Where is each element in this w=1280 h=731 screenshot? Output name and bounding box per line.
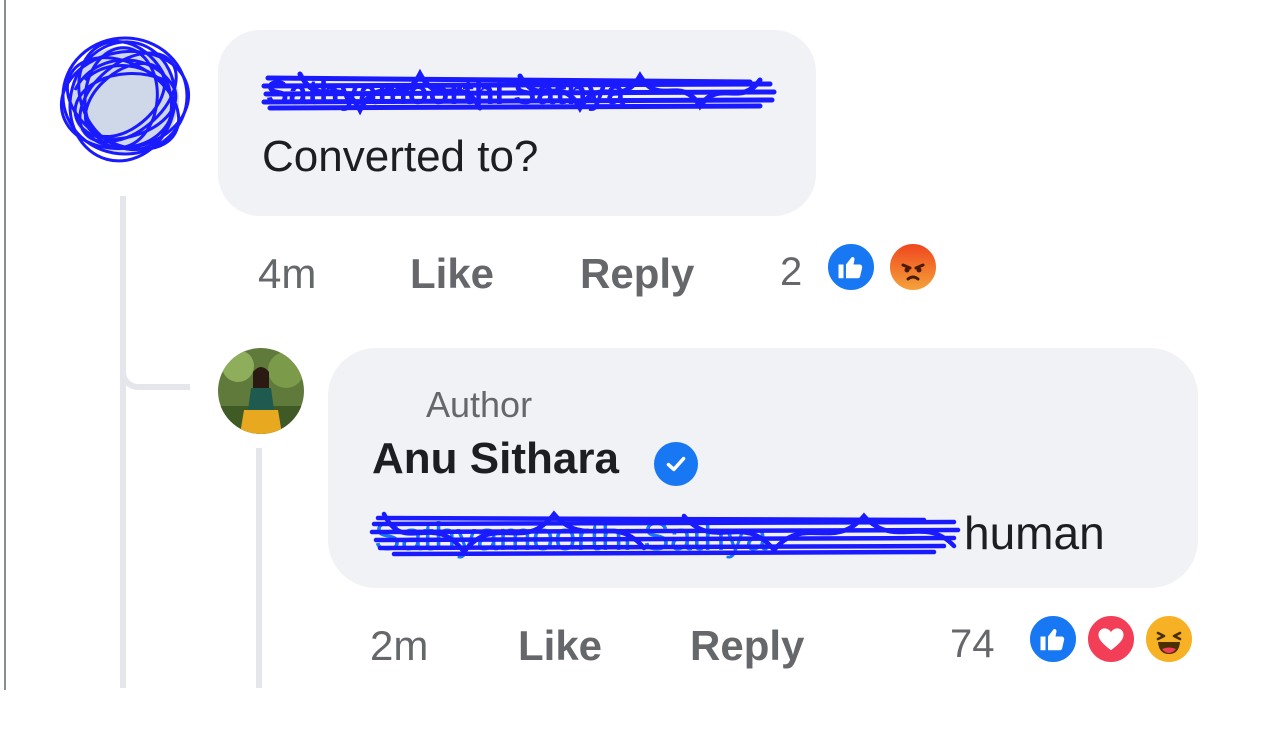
reply-text: human <box>964 507 1105 559</box>
reply-timestamp[interactable]: 2m <box>370 622 428 670</box>
author-badge: Author <box>426 384 533 425</box>
like-icon[interactable] <box>1026 612 1080 666</box>
love-icon[interactable] <box>1084 612 1138 666</box>
reply-button[interactable]: Reply <box>580 250 694 298</box>
haha-icon[interactable] <box>1142 612 1196 666</box>
reaction-count[interactable]: 2 <box>780 250 802 295</box>
scribble-redaction-icon: Sathyamoorthi Sathya <box>369 510 961 559</box>
profile-photo-icon <box>218 348 304 434</box>
screenshot-left-edge <box>4 0 6 690</box>
redacted-commenter-name[interactable]: Sathyamoorthi Sathya <box>260 64 780 116</box>
reaction-count[interactable]: 74 <box>950 622 995 667</box>
like-button[interactable]: Like <box>410 250 494 298</box>
comment-text: Converted to? <box>262 132 539 181</box>
thread-line <box>120 196 126 688</box>
reply-bubble: Author Anu Sithara Sathyamoorthi Sathya … <box>328 348 1198 588</box>
verified-badge-icon <box>654 442 698 486</box>
scribbled-avatar-icon <box>59 36 191 163</box>
commenter-avatar[interactable] <box>55 30 195 170</box>
comment-timestamp[interactable]: 4m <box>258 250 316 298</box>
like-icon[interactable] <box>824 240 878 294</box>
scribble-redaction-icon: Sathyamoorthi Sathya <box>261 68 777 116</box>
thread-line <box>256 448 262 688</box>
thread-connector <box>120 372 190 390</box>
author-avatar[interactable] <box>218 348 304 434</box>
like-button[interactable]: Like <box>518 622 602 670</box>
reply-author-name[interactable]: Anu Sithara <box>372 434 619 484</box>
redacted-mention-name[interactable]: Sathyamoorthi Sathya <box>364 500 964 566</box>
comment-bubble: Sathyamoorthi Sathya Converted to? <box>218 30 816 216</box>
reply-button[interactable]: Reply <box>690 622 804 670</box>
angry-icon[interactable] <box>886 240 940 294</box>
